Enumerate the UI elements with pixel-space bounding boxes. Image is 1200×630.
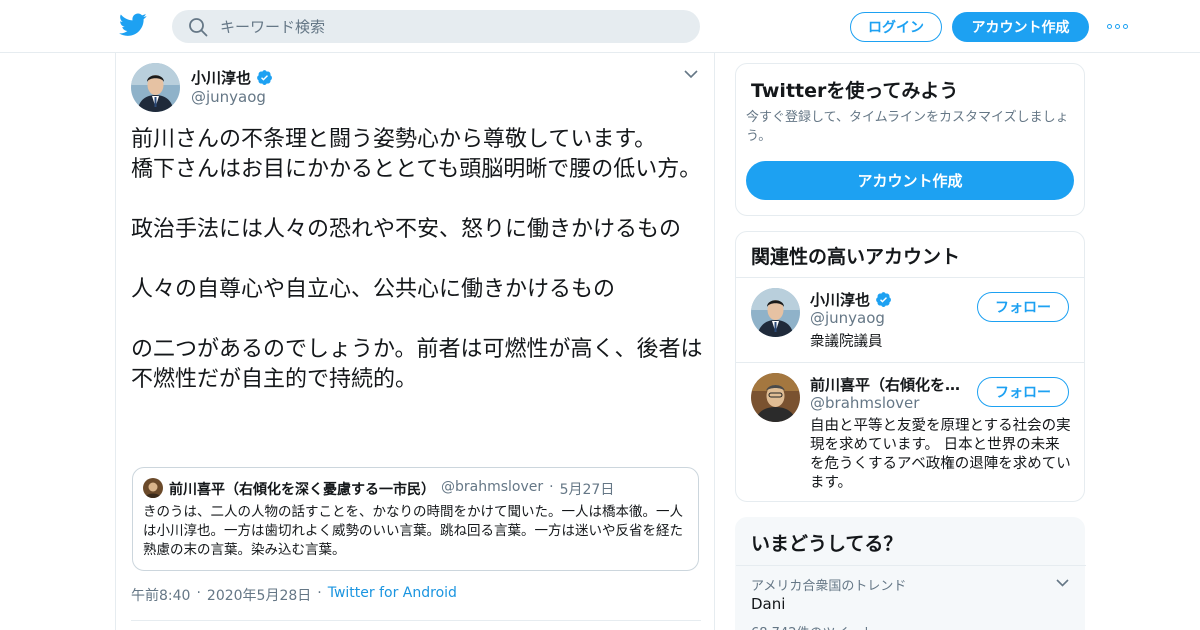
related-account-name-text[interactable]: 小川淳也 — [810, 289, 870, 310]
related-account-item[interactable]: 小川淳也 @junyaog 衆議院議員 フォロー — [736, 278, 1084, 362]
related-account-handle[interactable]: @brahmslover — [810, 394, 919, 412]
signup-card-title: Twitterを使ってみよう — [751, 80, 959, 102]
meta-separator: · — [317, 585, 322, 601]
avatar — [143, 478, 163, 498]
top-bar: ログイン アカウント作成 — [0, 0, 1200, 53]
quoted-tweet-text: きのうは、二人の人物の話すことを、かなりの時間をかけて聞いた。一人は橋本徹。一人… — [143, 504, 683, 558]
related-account-bio: 自由と平等と友愛を原理とする社会の実現を求めています。 日本と世界の未来を危うく… — [810, 418, 1071, 491]
tweet-time[interactable]: 午前8:40 — [131, 585, 190, 605]
author-handle[interactable]: @junyaog — [191, 88, 266, 106]
trend-context: アメリカ合衆国のトレンド — [751, 579, 907, 594]
search-icon — [189, 18, 208, 37]
follow-button[interactable]: フォロー — [977, 292, 1069, 322]
related-account-name[interactable]: 小川淳也 — [810, 289, 892, 310]
tweet-timestamp: 午前8:40 · 2020年5月28日 · Twitter for Androi… — [131, 585, 457, 605]
signup-button[interactable]: アカウント作成 — [952, 12, 1089, 42]
verified-badge-icon — [876, 292, 891, 308]
related-accounts-card: 関連性の高いアカウント 小川淳也 @junyaog 衆議院議員 フォロー 前川喜… — [735, 231, 1085, 502]
tweet-source-link[interactable]: Twitter for Android — [328, 585, 457, 605]
search-input[interactable] — [220, 10, 680, 43]
related-account-bio: 衆議院議員 — [810, 334, 883, 350]
related-account-name[interactable]: 前川喜平（右傾化を… — [810, 374, 960, 395]
tweet-text: 前川さんの不条理と闘う姿勢心から尊敬しています。 橋下さんはお目にかかるととても… — [131, 127, 703, 392]
tweet-date[interactable]: 2020年5月28日 — [207, 585, 311, 605]
trends-card: いまどうしてる？ アメリカ合衆国のトレンド Dani 68,742件のツイート — [735, 517, 1086, 630]
trend-name[interactable]: Dani — [751, 595, 785, 613]
quoted-date: 5月27日 — [559, 482, 615, 498]
signup-card-button[interactable]: アカウント作成 — [746, 161, 1074, 200]
meta-separator: · — [196, 585, 201, 601]
signup-card: Twitterを使ってみよう 今すぐ登録して、タイムラインをカスタマイズしましょ… — [735, 63, 1085, 216]
quoted-author-name: 前川喜平（右傾化を深く憂慮する一市民） — [169, 482, 435, 498]
login-button[interactable]: ログイン — [850, 12, 942, 42]
twitter-bird-icon[interactable] — [119, 13, 147, 37]
author-name[interactable]: 小川淳也 — [191, 67, 273, 88]
quoted-author-handle: @brahmslover — [441, 479, 544, 495]
chevron-down-icon[interactable] — [684, 69, 698, 79]
quoted-tweet-header: 前川喜平（右傾化を深く憂慮する一市民） @brahmslover · 5月27日 — [169, 479, 614, 499]
avatar[interactable] — [751, 373, 800, 422]
author-name-text[interactable]: 小川淳也 — [191, 67, 251, 88]
trends-title: いまどうしてる？ — [751, 533, 903, 555]
divider — [736, 565, 1086, 566]
related-account-item[interactable]: 前川喜平（右傾化を… @brahmslover 自由と平等と友愛を原理とする社会… — [736, 363, 1084, 501]
trend-count: 68,742件のツイート — [751, 622, 875, 630]
signup-card-subtitle: 今すぐ登録して、タイムラインをカスタマイズしましょう。 — [746, 110, 1069, 144]
chevron-down-icon[interactable] — [1056, 578, 1069, 587]
more-dots-icon[interactable] — [1107, 20, 1131, 32]
tweet-detail: 小川淳也 @junyaog 前川さんの不条理と闘う姿勢心から尊敬しています。 橋… — [115, 53, 715, 630]
quoted-separator: · — [549, 479, 554, 495]
verified-badge-icon — [257, 70, 272, 86]
avatar[interactable] — [131, 63, 180, 112]
avatar[interactable] — [751, 288, 800, 337]
related-accounts-title: 関連性の高いアカウント — [751, 246, 961, 268]
divider — [131, 620, 701, 621]
quoted-tweet[interactable]: 前川喜平（右傾化を深く憂慮する一市民） @brahmslover · 5月27日… — [132, 467, 699, 571]
follow-button[interactable]: フォロー — [977, 377, 1069, 407]
related-account-handle[interactable]: @junyaog — [810, 309, 885, 327]
search-box[interactable] — [172, 10, 700, 43]
